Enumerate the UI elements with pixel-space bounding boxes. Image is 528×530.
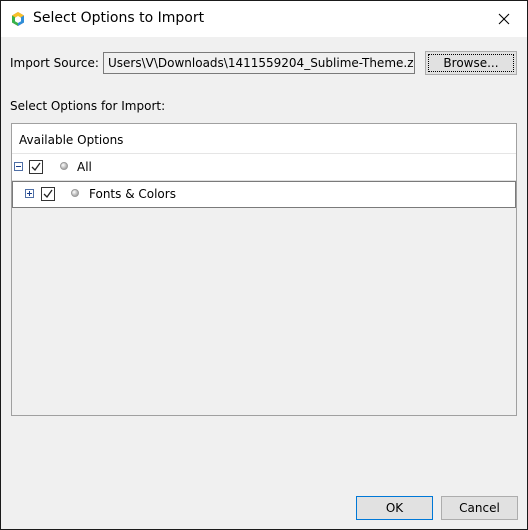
focus-ring [428, 54, 514, 72]
checkmark-icon [43, 189, 53, 199]
import-source-label: Import Source: [10, 56, 99, 70]
checkbox-all[interactable] [29, 160, 43, 174]
browse-button[interactable]: Browse... [425, 51, 517, 75]
select-options-label: Select Options for Import: [10, 99, 166, 113]
title-bar: Select Options to Import [1, 1, 527, 37]
checkbox-fonts-colors[interactable] [41, 187, 55, 201]
cancel-button[interactable]: Cancel [441, 496, 518, 520]
options-header-label: Available Options [19, 133, 124, 147]
tree-item-label: Fonts & Colors [89, 187, 176, 201]
tree-row-all[interactable]: All [12, 154, 516, 181]
tree-row-fonts-colors[interactable]: Fonts & Colors [12, 181, 516, 208]
options-tree: Available Options All Fonts & Colors [11, 123, 517, 416]
checkmark-icon [31, 162, 41, 172]
dialog-title: Select Options to Import [33, 10, 205, 26]
ok-button[interactable]: OK [356, 496, 433, 520]
import-options-dialog: Select Options to Import Import Source: … [0, 0, 528, 530]
options-tree-header: Available Options [12, 124, 516, 154]
import-source-field[interactable]: Users\V\Downloads\1411559204_Sublime-The… [103, 52, 415, 74]
tree-item-label: All [77, 160, 92, 174]
node-bullet-icon [60, 162, 68, 170]
collapse-icon[interactable] [14, 162, 23, 171]
expand-icon[interactable] [25, 189, 34, 198]
close-button[interactable] [481, 1, 527, 37]
close-icon [498, 13, 510, 25]
node-bullet-icon [71, 189, 79, 197]
netbeans-cube-icon [12, 12, 24, 26]
